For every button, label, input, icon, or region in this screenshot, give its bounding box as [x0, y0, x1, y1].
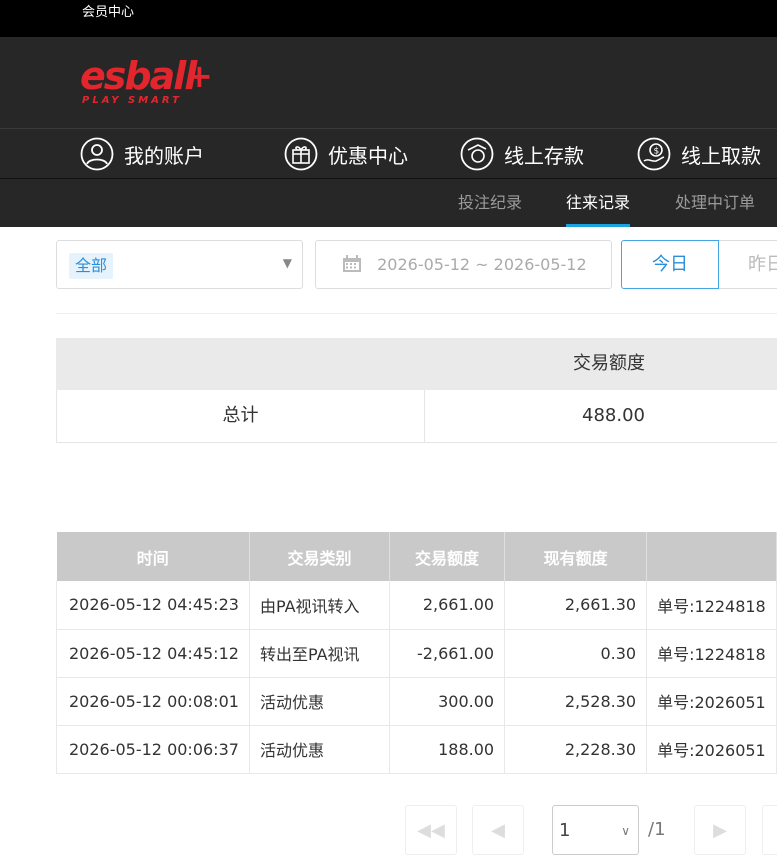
table-row: 2026-05-12 04:45:23 由PA视讯转入 2,661.00 2,6…	[56, 581, 777, 630]
cell-remark: 单号:2026051	[646, 725, 777, 774]
first-page-button[interactable]: ◀◀	[405, 805, 457, 855]
cell-time: 2026-05-12 00:08:01	[56, 677, 250, 726]
nav-promotions[interactable]: 优惠中心	[284, 129, 408, 179]
cell-time: 2026-05-12 04:45:12	[56, 629, 250, 678]
cell-amount: 300.00	[389, 677, 506, 726]
chevron-left-icon: ◀	[491, 820, 505, 841]
tab-transaction-records[interactable]: 往来记录	[566, 179, 631, 227]
user-icon	[80, 137, 114, 171]
cell-amount: -2,661.00	[389, 629, 506, 678]
today-button[interactable]: 今日	[621, 240, 719, 289]
summary-header: 交易额度	[56, 338, 777, 390]
nav-deposit[interactable]: 线上存款	[460, 129, 584, 179]
cell-type: 活动优惠	[249, 677, 390, 726]
summary-total-value: 488.00	[582, 405, 645, 426]
cell-balance: 0.30	[504, 629, 648, 678]
cell-balance: 2,228.30	[504, 725, 648, 774]
summary-row: 总计 488.00	[56, 390, 777, 443]
table-row: 2026-05-12 00:08:01 活动优惠 300.00 2,528.30…	[56, 677, 777, 726]
col-amount: 交易额度	[389, 532, 506, 581]
nav-withdraw[interactable]: $ 线上取款	[637, 129, 761, 179]
summary-header-label: 交易额度	[573, 353, 645, 374]
cell-type: 由PA视讯转入	[249, 581, 390, 630]
cell-type: 转出至PA视讯	[249, 629, 390, 678]
site-header: esball + PLAY SMART	[0, 37, 777, 128]
svg-text:esball: esball	[80, 55, 198, 98]
current-page: 1	[559, 820, 571, 841]
member-center-topbar: 会员中心	[0, 0, 777, 37]
total-pages: /1	[648, 819, 666, 840]
cell-remark: 单号:2026051	[646, 677, 777, 726]
date-range-text: 2026-05-12 ~ 2026-05-12	[377, 255, 587, 274]
summary-table: 交易额度 总计 488.00	[56, 338, 777, 443]
cell-balance: 2,528.30	[504, 677, 648, 726]
esball-logo-icon: esball + PLAY SMART	[80, 54, 213, 106]
cell-remark: 单号:1224818	[646, 581, 777, 630]
page-select[interactable]: 1 ∨	[552, 805, 639, 855]
col-balance: 现有额度	[504, 532, 648, 581]
col-remark	[646, 532, 777, 581]
col-time: 时间	[56, 532, 250, 581]
table-row: 2026-05-12 00:06:37 活动优惠 188.00 2,228.30…	[56, 725, 777, 774]
nav-label: 线上存款	[504, 143, 584, 168]
sub-nav: 投注纪录 往来记录 处理中订单	[0, 179, 777, 227]
caret-down-icon: ▼	[282, 256, 292, 270]
nav-label: 线上取款	[681, 143, 761, 168]
table-row: 2026-05-12 04:45:12 转出至PA视讯 -2,661.00 0.…	[56, 629, 777, 678]
deposit-icon	[460, 137, 494, 171]
cell-time: 2026-05-12 04:45:23	[56, 581, 250, 630]
nav-label: 我的账户	[124, 143, 204, 168]
tab-bet-records[interactable]: 投注纪录	[458, 179, 522, 227]
divider	[56, 313, 777, 314]
withdraw-icon: $	[637, 137, 671, 171]
esball-logo[interactable]: esball + PLAY SMART	[80, 54, 213, 111]
summary-total-label: 总计	[57, 390, 425, 442]
yesterday-button[interactable]: 昨日	[719, 240, 777, 289]
col-type: 交易类别	[249, 532, 390, 581]
main-nav: 我的账户 优惠中心 线上存款 $ 线上取款	[0, 128, 777, 179]
cell-time: 2026-05-12 00:06:37	[56, 725, 250, 774]
topbar-title: 会员中心	[82, 5, 135, 20]
gift-icon	[284, 137, 318, 171]
cell-balance: 2,661.30	[504, 581, 648, 630]
double-chevron-left-icon: ◀◀	[417, 820, 445, 841]
svg-text:$: $	[654, 147, 660, 157]
nav-label: 优惠中心	[328, 143, 408, 168]
prev-page-button[interactable]: ◀	[472, 805, 524, 855]
nav-my-account[interactable]: 我的账户	[80, 129, 204, 179]
cell-type: 活动优惠	[249, 725, 390, 774]
chevron-down-icon: ∨	[621, 824, 630, 838]
selected-type-tag: 全部	[69, 253, 114, 279]
cell-amount: 2,661.00	[389, 581, 506, 630]
cell-amount: 188.00	[389, 725, 506, 774]
table-header-row: 时间 交易类别 交易额度 现有额度	[56, 532, 777, 581]
date-range-input[interactable]: 2026-05-12 ~ 2026-05-12	[315, 240, 612, 289]
last-page-button[interactable]	[762, 805, 777, 855]
tab-pending-orders[interactable]: 处理中订单	[675, 179, 755, 227]
cell-remark: 单号:1224818	[646, 629, 777, 678]
svg-text:PLAY SMART: PLAY SMART	[82, 95, 182, 106]
type-select[interactable]: 全部 ▼	[56, 240, 303, 289]
svg-text:+: +	[186, 57, 210, 95]
chevron-right-icon: ▶	[713, 820, 727, 841]
next-page-button[interactable]: ▶	[694, 805, 746, 855]
calendar-icon	[343, 255, 361, 272]
transaction-table: 时间 交易类别 交易额度 现有额度 2026-05-12 04:45:23 由P…	[56, 532, 777, 774]
